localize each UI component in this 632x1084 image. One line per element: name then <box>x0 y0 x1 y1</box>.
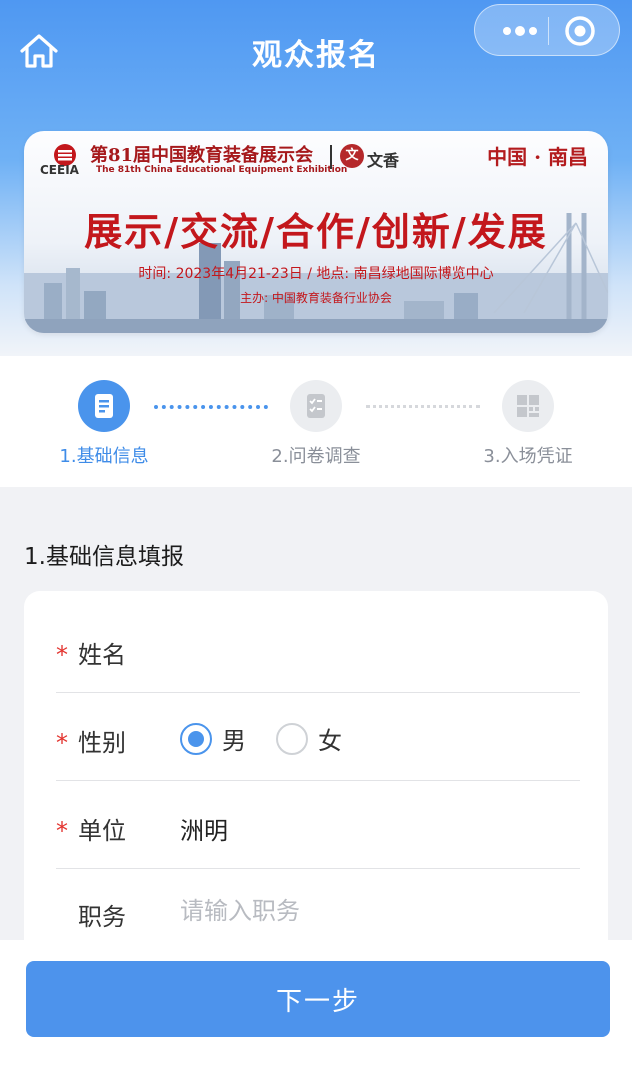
expo-organizer: 主办: 中国教育装备行业协会 <box>240 291 392 305</box>
expo-time-venue: 时间: 2023年4月21-23日 / 地点: 南昌绿地国际博览中心 <box>138 266 494 282</box>
more-button[interactable] <box>493 17 547 45</box>
next-step-button[interactable]: 下一步 <box>26 961 610 1037</box>
bottom-bar: 下一步 <box>0 940 632 1084</box>
expo-location: 中国 · 南昌 <box>487 145 588 169</box>
expo-name-cn: 第81届中国教育装备展示会 <box>90 145 314 166</box>
gender-label: 性别 <box>78 729 126 757</box>
close-target-icon <box>565 16 595 46</box>
name-input[interactable] <box>180 631 560 667</box>
step-questionnaire: 2.问卷调查 <box>236 380 396 468</box>
close-button[interactable] <box>561 13 599 49</box>
checklist-icon <box>307 394 325 418</box>
ceeia-logo-text: CEEIA <box>40 163 79 177</box>
partner-logo: 文 <box>340 144 364 168</box>
step-label: 3.入场凭证 <box>483 446 573 467</box>
step-circle <box>290 380 342 432</box>
expo-name-en: The 81th China Educational Equipment Exh… <box>96 165 348 175</box>
name-row: * 姓名 <box>56 605 580 693</box>
partner-text: 文香 <box>367 151 400 170</box>
step-label: 2.问卷调查 <box>271 446 361 467</box>
company-label: 单位 <box>78 817 126 845</box>
progress-steps: 1.基础信息 2.问卷调查 3.入场凭证 <box>0 356 632 487</box>
gender-female-radio[interactable]: 女 <box>276 721 342 756</box>
step-circle <box>78 380 130 432</box>
step-circle <box>502 380 554 432</box>
expo-slogan: 展示/交流/合作/创新/发展 <box>84 209 548 254</box>
radio-unchecked-icon <box>276 722 308 755</box>
position-label: 职务 <box>78 903 126 931</box>
step-label: 1.基础信息 <box>59 446 149 467</box>
step-entry-pass: 3.入场凭证 <box>448 380 608 468</box>
radio-checked-icon <box>180 722 212 755</box>
gender-male-label: 男 <box>222 727 246 755</box>
required-mark: * <box>56 817 68 845</box>
company-input[interactable]: 洲明 <box>180 811 228 846</box>
document-icon <box>95 394 113 418</box>
more-icon <box>503 26 537 36</box>
company-row: * 单位 洲明 <box>56 781 580 869</box>
section-title: 1.基础信息填报 <box>24 544 184 570</box>
step-basic-info: 1.基础信息 <box>24 380 184 468</box>
header: 观众报名 CEEIA 第81届中国教育装备展示会 The 81th China … <box>0 0 632 356</box>
gender-row: * 性别 男 女 <box>56 693 580 781</box>
basic-info-form: * 姓名 * 性别 男 女 * 单位 洲明 职务 <box>24 591 608 991</box>
name-label: 姓名 <box>78 641 126 669</box>
mini-program-capsule <box>474 4 620 56</box>
qr-code-icon <box>517 395 539 417</box>
required-mark: * <box>56 641 68 669</box>
position-input[interactable] <box>180 893 560 929</box>
exhibition-banner[interactable]: CEEIA 第81届中国教育装备展示会 The 81th China Educa… <box>24 131 608 333</box>
banner-separator <box>330 145 332 169</box>
capsule-divider <box>548 17 549 45</box>
required-mark: * <box>56 729 68 757</box>
gender-male-radio[interactable]: 男 <box>180 721 246 756</box>
gender-female-label: 女 <box>318 727 342 755</box>
